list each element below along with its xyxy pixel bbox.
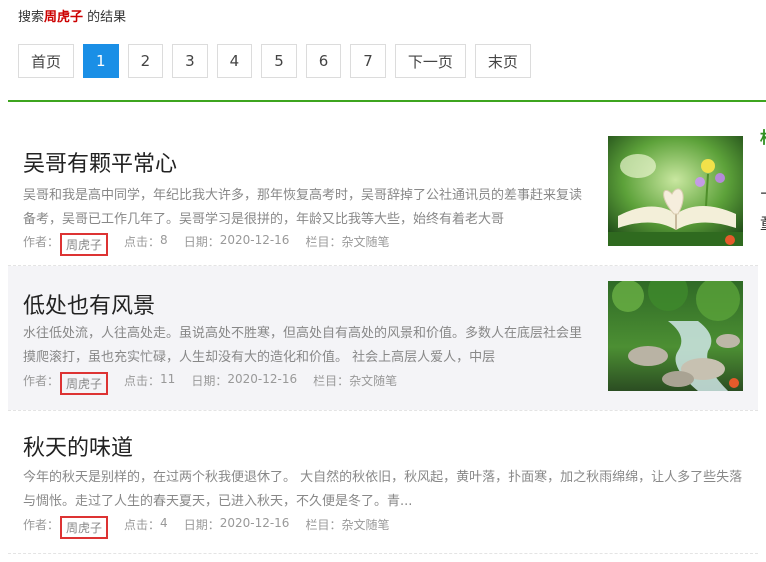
search-summary: 搜索周虎子 的结果 — [18, 6, 126, 25]
post-date: 2020-12-16 — [219, 516, 290, 530]
last-page-button[interactable]: 末页 — [474, 44, 531, 78]
column-link[interactable]: 杂文随笔 — [341, 233, 389, 256]
post-meta: 作者： 周虎子 点击： 8 日期： 2020-12-16 栏目： 杂文随笔 — [23, 233, 389, 256]
author-link[interactable]: 周虎子 — [60, 233, 109, 256]
column-label: 栏目： — [313, 374, 350, 388]
post-meta: 作者： 周虎子 点击： 4 日期： 2020-12-16 栏目： 杂文随笔 — [23, 516, 389, 539]
post-meta: 作者： 周虎子 点击： 11 日期： 2020-12-16 栏目： 杂文随笔 — [23, 372, 397, 395]
author-label: 作者： — [23, 374, 60, 388]
sidebar-text-fragment-1: 飞 — [760, 186, 766, 210]
search-suffix: 的结果 — [83, 10, 127, 25]
column-label: 栏目： — [305, 235, 342, 249]
pagination: 首页 1 2 3 4 5 6 7 下一页 末页 — [18, 44, 531, 78]
post-excerpt: 今年的秋天是别样的，在过两个秋我便退休了。 大自然的秋依旧，秋风起，黄叶落，扑面… — [23, 470, 743, 509]
next-page-button[interactable]: 下一页 — [394, 44, 466, 78]
date-label: 日期： — [183, 235, 220, 249]
date-label: 日期： — [183, 518, 220, 532]
post-title[interactable]: 低处也有风景 — [23, 288, 155, 320]
page-button-1[interactable]: 1 — [83, 44, 119, 78]
author-link[interactable]: 周虎子 — [60, 372, 109, 395]
post-item: 秋天的味道 今年的秋天是别样的，在过两个秋我便退休了。 大自然的秋依旧，秋风起，… — [8, 410, 758, 552]
page-button-3[interactable]: 3 — [172, 44, 208, 78]
post-thumbnail-book-flowers[interactable] — [608, 136, 743, 246]
sidebar-text-fragment-2: 童 — [760, 210, 766, 234]
search-keyword: 周虎子 — [44, 10, 84, 25]
author-label: 作者： — [23, 518, 60, 532]
date-label: 日期： — [191, 374, 228, 388]
page-button-5[interactable]: 5 — [261, 44, 297, 78]
post-item: 吴哥有颗平常心 吴哥和我是高中同学，年纪比我大许多，那年恢复高考时，吴哥辞掉了公… — [8, 128, 758, 264]
search-prefix: 搜索 — [18, 10, 45, 25]
clicks-label: 点击： — [124, 374, 161, 388]
page-button-7[interactable]: 7 — [350, 44, 386, 78]
column-link[interactable]: 杂文随笔 — [349, 372, 397, 395]
post-title[interactable]: 吴哥有颗平常心 — [23, 146, 177, 178]
post-separator — [8, 553, 758, 554]
post-thumbnail-mountain-stream[interactable] — [608, 281, 743, 391]
author-label: 作者： — [23, 235, 60, 249]
author-link[interactable]: 周虎子 — [60, 516, 109, 539]
post-excerpt: 吴哥和我是高中同学，年纪比我大许多，那年恢复高考时，吴哥辞掉了公社通讯员的差事赶… — [23, 188, 583, 227]
clicks-label: 点击： — [124, 235, 161, 249]
section-divider — [8, 100, 766, 102]
sidebar-heading-fragment: 相 — [760, 124, 766, 148]
clicks-count: 4 — [160, 516, 168, 530]
post-item: 低处也有风景 水往低处流，人往高处走。虽说高处不胜寒，但高处自有高处的风景和价值… — [8, 266, 758, 410]
clicks-count: 8 — [160, 233, 168, 247]
post-date: 2020-12-16 — [219, 233, 290, 247]
post-title[interactable]: 秋天的味道 — [23, 430, 133, 462]
post-excerpt: 水往低处流，人往高处走。虽说高处不胜寒，但高处自有高处的风景和价值。多数人在底层… — [23, 326, 583, 365]
page-button-4[interactable]: 4 — [216, 44, 253, 78]
page-button-2[interactable]: 2 — [127, 44, 164, 78]
clicks-count: 11 — [160, 372, 176, 386]
column-link[interactable]: 杂文随笔 — [341, 516, 389, 539]
column-label: 栏目： — [305, 518, 342, 532]
post-date: 2020-12-16 — [227, 372, 298, 386]
clicks-label: 点击： — [124, 518, 161, 532]
page-button-6[interactable]: 6 — [305, 44, 342, 78]
first-page-button[interactable]: 首页 — [18, 44, 75, 78]
